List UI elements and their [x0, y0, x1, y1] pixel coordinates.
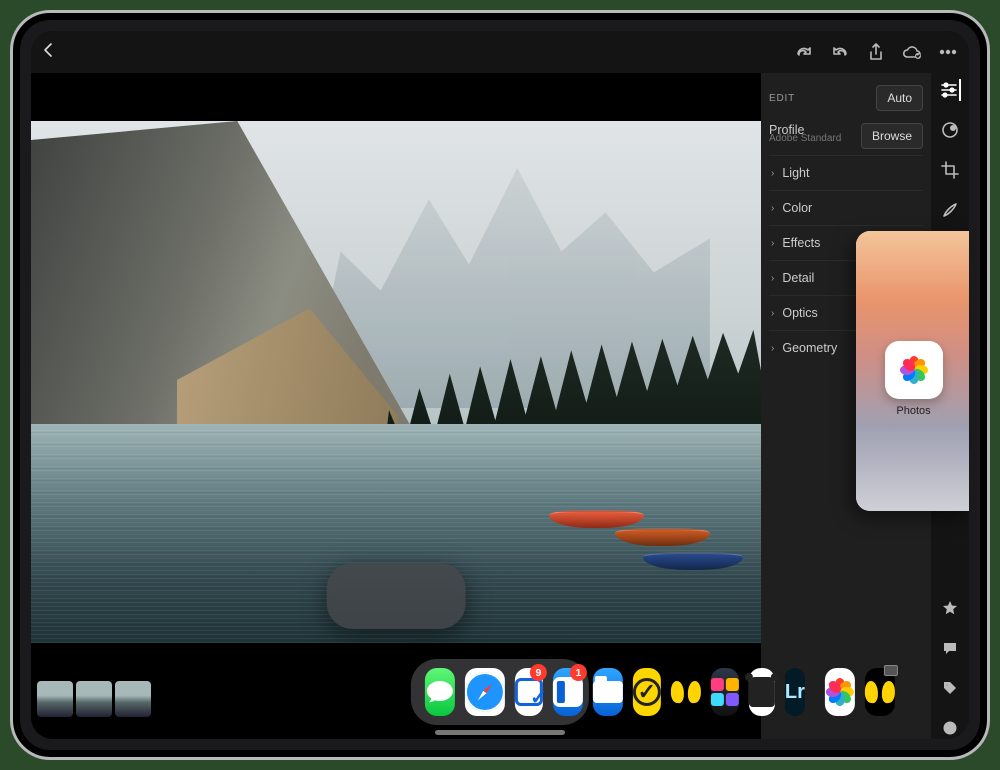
tool-edit[interactable] [939, 79, 961, 101]
cloud-check-icon [901, 44, 923, 60]
more-icon [939, 49, 957, 55]
dock-app-basecamp[interactable] [633, 668, 661, 716]
tool-rating[interactable] [939, 597, 961, 619]
badge: 9 [530, 664, 547, 681]
tool-comments[interactable] [939, 637, 961, 659]
lightroom-icon: Lr [785, 681, 805, 704]
cloud-sync-button[interactable] [901, 41, 923, 63]
photos-app-icon [899, 355, 929, 385]
chevron-right-icon: › [771, 308, 774, 319]
brush-icon [941, 201, 959, 219]
browse-button[interactable]: Browse [861, 123, 923, 149]
profile-value: Adobe Standard [769, 133, 841, 144]
photos-icon [825, 677, 855, 707]
dock-app-messages[interactable] [425, 668, 455, 716]
tool-crop[interactable] [939, 159, 961, 181]
undo-icon [831, 44, 849, 60]
section-label: Light [782, 166, 809, 180]
edited-photo [31, 121, 761, 643]
ipad-frame: EDIT Auto Profile Adobe Standard Browse … [10, 10, 990, 760]
sliders-icon [940, 81, 958, 99]
chevron-right-icon: › [771, 343, 774, 354]
redo-icon [795, 44, 813, 60]
badge: 1 [570, 664, 587, 681]
outlook-icon [553, 677, 583, 707]
more-button[interactable] [937, 41, 959, 63]
tool-info[interactable]: i [939, 717, 961, 739]
shortcuts-icon [711, 678, 739, 706]
files-icon [593, 681, 623, 703]
auto-button[interactable]: Auto [876, 85, 923, 111]
section-label: Geometry [782, 341, 837, 355]
comment-icon [942, 640, 958, 656]
lr-photo-canvas[interactable] [31, 73, 761, 739]
safari-icon [465, 672, 505, 712]
dock-app-outlook[interactable]: 1 [553, 668, 583, 716]
edit-label: EDIT [769, 93, 795, 104]
basecamp-icon [633, 678, 661, 706]
presets-icon [941, 121, 959, 139]
butterfly-icon [671, 681, 701, 703]
dock-app-shortcuts[interactable] [711, 668, 739, 716]
share-button[interactable] [865, 41, 887, 63]
star-icon [942, 600, 958, 616]
dock-app-files[interactable] [593, 668, 623, 716]
chevron-right-icon: › [771, 168, 774, 179]
undo-button[interactable] [829, 41, 851, 63]
info-icon: i [942, 720, 958, 736]
chevron-right-icon: › [771, 203, 774, 214]
chevron-right-icon: › [771, 238, 774, 249]
crop-icon [941, 161, 959, 179]
section-light[interactable]: › Light [769, 155, 923, 190]
section-color[interactable]: › Color [769, 190, 923, 225]
dock-app-bear[interactable] [749, 668, 775, 716]
tool-keywords[interactable] [939, 677, 961, 699]
messages-icon [425, 679, 455, 705]
section-label: Optics [782, 306, 817, 320]
share-icon [868, 43, 884, 61]
tool-presets[interactable] [939, 119, 961, 141]
photos-app-tile[interactable] [885, 341, 943, 399]
dock-app-lightroom[interactable]: Lr [785, 668, 805, 716]
things-icon [515, 678, 543, 706]
redo-button[interactable] [793, 41, 815, 63]
filmstrip[interactable] [37, 681, 151, 717]
slideover-photos[interactable]: Photos [856, 231, 969, 511]
dock-app-things[interactable]: 9 [515, 668, 543, 716]
section-label: Detail [782, 271, 814, 285]
lightroom-app: EDIT Auto Profile Adobe Standard Browse … [31, 31, 969, 739]
dock-app-safari[interactable] [465, 668, 505, 716]
ipad-screen: EDIT Auto Profile Adobe Standard Browse … [31, 31, 969, 739]
dock-recent-bookmarks[interactable] [865, 668, 895, 716]
dock-recent-photos[interactable] [825, 668, 855, 716]
dock-app-bookmarks[interactable] [671, 668, 701, 716]
section-label: Effects [782, 236, 820, 250]
chevron-left-icon [41, 41, 55, 59]
back-button[interactable] [41, 41, 55, 64]
butterfly-icon [865, 681, 895, 703]
lr-top-toolbar [31, 31, 969, 73]
slideover-app-label: Photos [856, 405, 969, 417]
ipad-dock: 9 1 Lr [411, 659, 589, 725]
tool-heal[interactable] [939, 199, 961, 221]
handoff-badge-icon [884, 665, 898, 676]
chevron-right-icon: › [771, 273, 774, 284]
bear-icon [749, 677, 775, 707]
tag-icon [942, 680, 958, 696]
home-indicator[interactable] [435, 730, 565, 735]
section-label: Color [782, 201, 812, 215]
